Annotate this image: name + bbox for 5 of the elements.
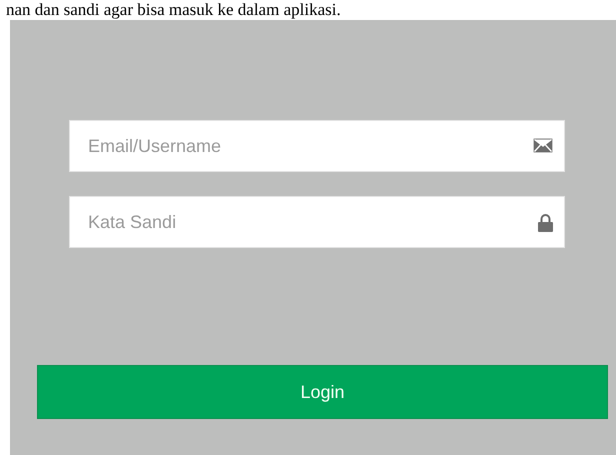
caption-text: nan dan sandi agar bisa masuk ke dalam aplikasi.: [5, 0, 341, 20]
login-button[interactable]: Login: [37, 365, 608, 419]
password-field[interactable]: Kata Sandi: [69, 196, 565, 248]
email-field[interactable]: Email/Username: [69, 120, 565, 172]
lock-icon: [538, 214, 553, 232]
